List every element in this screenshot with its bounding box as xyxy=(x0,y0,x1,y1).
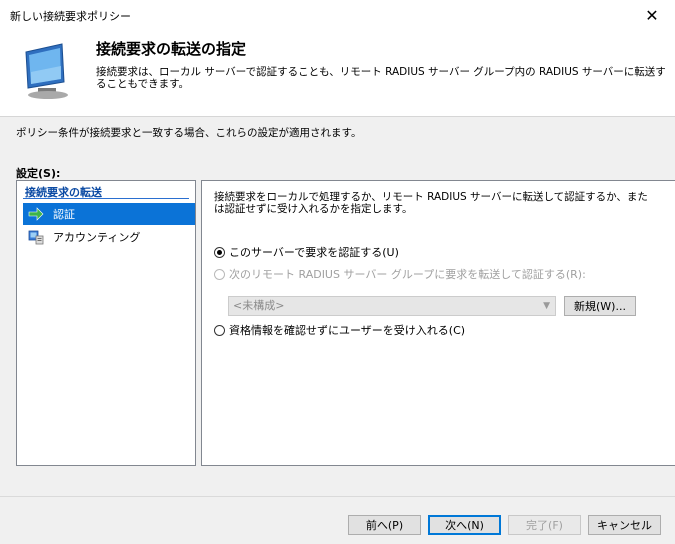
wizard-header: 接続要求の転送の指定 接続要求は、ローカル サーバーで認証することも、リモート … xyxy=(0,30,675,116)
content-description: 接続要求をローカルで処理するか、リモート RADIUS サーバーに転送して認証す… xyxy=(214,191,648,215)
server-group-select[interactable]: <未構成> ▼ xyxy=(228,296,556,316)
header-divider xyxy=(0,116,675,117)
radio-authenticate-locally[interactable]: このサーバーで要求を認証する(U) xyxy=(214,244,399,260)
radio-button[interactable] xyxy=(214,246,225,258)
radio-label: このサーバーで要求を認証する(U) xyxy=(229,246,399,259)
close-icon: ✕ xyxy=(645,5,659,25)
chevron-down-icon: ▼ xyxy=(543,301,550,311)
cancel-button[interactable]: キャンセル xyxy=(588,515,661,535)
window-title: 新しい接続要求ポリシー xyxy=(10,10,131,23)
sidebar-item-label: アカウンティング xyxy=(53,231,141,244)
radio-accept-without-validation[interactable]: 資格情報を確認せずにユーザーを受け入れる(C) xyxy=(214,322,465,338)
title-bar: 新しい接続要求ポリシー ✕ xyxy=(0,0,675,30)
radio-label: 資格情報を確認せずにユーザーを受け入れる(C) xyxy=(229,324,466,337)
next-button[interactable]: 次へ(N) xyxy=(428,515,501,535)
radio-button[interactable] xyxy=(214,268,225,280)
select-value: <未構成> xyxy=(233,299,285,312)
finish-button[interactable]: 完了(F) xyxy=(508,515,581,535)
sidebar-item-authentication[interactable]: 認証 xyxy=(23,203,195,225)
header-description: 接続要求は、ローカル サーバーで認証することも、リモート RADIUS サーバー… xyxy=(96,66,666,90)
sidebar-item-label: 認証 xyxy=(53,208,75,221)
green-arrow-icon xyxy=(27,206,45,222)
radio-label: 次のリモート RADIUS サーバー グループに要求を転送して認証する(R): xyxy=(229,268,586,281)
radio-button[interactable] xyxy=(214,324,225,336)
settings-content: 接続要求をローカルで処理するか、リモート RADIUS サーバーに転送して認証す… xyxy=(201,180,675,466)
settings-label: 設定(S): xyxy=(16,167,61,180)
settings-tree: 接続要求の転送 認証 アカウンティング xyxy=(16,180,196,466)
monitor-icon xyxy=(25,43,68,99)
tree-heading-underline xyxy=(23,198,189,199)
sidebar-item-accounting[interactable]: アカウンティング xyxy=(23,226,195,248)
radio-forward-to-group[interactable]: 次のリモート RADIUS サーバー グループに要求を転送して認証する(R): xyxy=(214,266,586,282)
page-title: 接続要求の転送の指定 xyxy=(96,40,247,58)
policy-note: ポリシー条件が接続要求と一致する場合、これらの設定が適用されます。 xyxy=(16,127,362,139)
new-group-button[interactable]: 新規(W)... xyxy=(564,296,636,316)
back-button[interactable]: 前へ(P) xyxy=(348,515,421,535)
accounting-icon xyxy=(27,229,45,245)
close-button[interactable]: ✕ xyxy=(629,0,675,30)
footer-divider xyxy=(0,496,675,497)
